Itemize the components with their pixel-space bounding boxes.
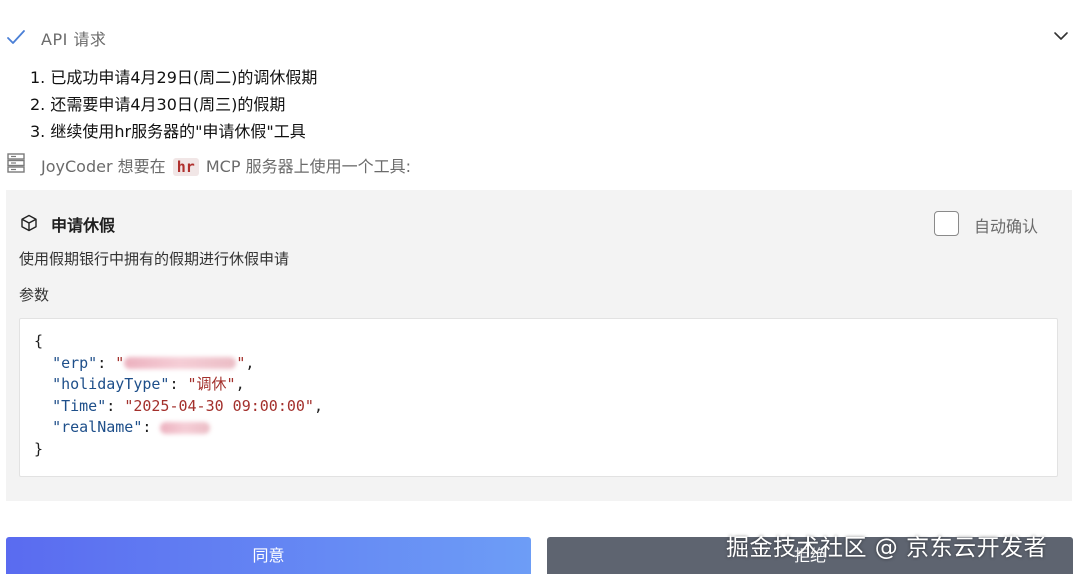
param-key-real-name: "realName" xyxy=(52,418,143,436)
mcp-suffix: MCP 服务器上使用一个工具: xyxy=(205,157,411,176)
api-request-title: API 请求 xyxy=(41,30,107,49)
param-value-time: "2025-04-30 09:00:00" xyxy=(124,396,314,415)
auto-confirm-checkbox[interactable] xyxy=(934,211,959,236)
tool-panel: 申请休假 自动确认 使用假期银行中拥有的假期进行休假申请 参数 { "erp":… xyxy=(6,190,1072,501)
steps-list: 1. 已成功申请4月29日(周二)的调休假期 2. 还需要申请4月30日(周三)… xyxy=(30,64,317,145)
approve-button[interactable]: 同意 xyxy=(6,537,531,574)
check-icon xyxy=(7,30,25,44)
server-name-badge: hr xyxy=(172,158,199,176)
chevron-down-icon[interactable] xyxy=(1053,30,1069,42)
tool-description: 使用假期银行中拥有的假期进行休假申请 xyxy=(19,250,290,268)
auto-confirm-label[interactable]: 自动确认 xyxy=(974,213,1038,237)
param-key-holiday-type: "holidayType" xyxy=(52,375,170,393)
param-value-erp: " " xyxy=(115,353,246,372)
tool-name: 申请休假 xyxy=(51,216,116,235)
params-code-block: { "erp": " ", "holidayType": "调休", "Time"… xyxy=(19,318,1058,477)
params-label: 参数 xyxy=(19,286,50,304)
mcp-request-line: JoyCoder 想要在 hr MCP 服务器上使用一个工具: xyxy=(0,150,1080,176)
list-item: 3. 继续使用hr服务器的"申请休假"工具 xyxy=(30,122,306,141)
code-open-brace: { xyxy=(34,332,44,350)
server-icon xyxy=(7,153,25,173)
mcp-prefix: JoyCoder 想要在 xyxy=(41,157,166,176)
param-value-holiday-type: "调休" xyxy=(187,375,236,393)
list-item: 2. 还需要申请4月30日(周三)的假期 xyxy=(30,95,286,114)
api-request-header[interactable]: API 请求 xyxy=(0,22,1080,52)
param-key-time: "Time" xyxy=(52,396,107,415)
redacted-value xyxy=(160,421,211,434)
cube-icon xyxy=(21,214,37,232)
redacted-value xyxy=(124,357,237,369)
mcp-request-text: JoyCoder 想要在 hr MCP 服务器上使用一个工具: xyxy=(41,153,411,177)
param-value-real-name xyxy=(160,418,211,436)
param-key-erp: "erp" xyxy=(52,353,98,372)
list-item: 1. 已成功申请4月29日(周二)的调休假期 xyxy=(30,68,318,87)
watermark: 掘金技术社区 @ 京东云开发者 xyxy=(726,535,1048,561)
code-close-brace: } xyxy=(34,439,44,458)
